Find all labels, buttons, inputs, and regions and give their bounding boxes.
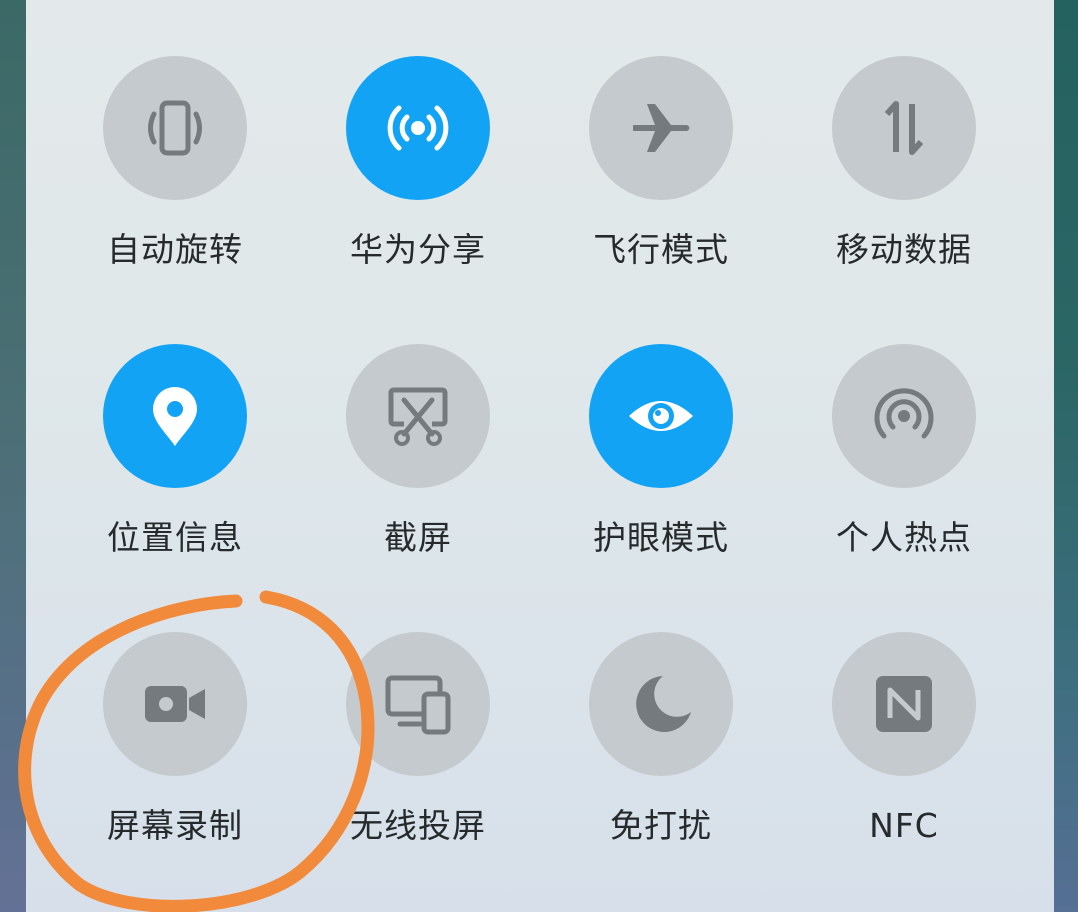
tile-label: 护眼模式 bbox=[593, 518, 729, 557]
moon-icon bbox=[636, 676, 691, 732]
tile-label: 飞行模式 bbox=[593, 230, 729, 269]
tile-wireless-projection[interactable]: 无线投屏 bbox=[318, 632, 518, 882]
eye-icon bbox=[629, 401, 693, 431]
location-toggle[interactable] bbox=[103, 344, 247, 488]
video-camera-icon bbox=[145, 686, 205, 722]
airplane-icon bbox=[633, 104, 690, 152]
screen-record-button[interactable] bbox=[103, 632, 247, 776]
auto-rotate-icon bbox=[148, 100, 202, 156]
nfc-icon bbox=[876, 676, 932, 732]
screenshot-button[interactable] bbox=[346, 344, 490, 488]
tile-label: NFC bbox=[869, 806, 939, 845]
tile-label: 自动旋转 bbox=[107, 230, 243, 269]
wallpaper-edge-left bbox=[0, 0, 26, 912]
tile-hotspot[interactable]: 个人热点 bbox=[804, 344, 1004, 594]
eye-comfort-toggle[interactable] bbox=[589, 344, 733, 488]
tile-do-not-disturb[interactable]: 免打扰 bbox=[561, 632, 761, 882]
tile-auto-rotate[interactable]: 自动旋转 bbox=[75, 56, 275, 306]
tile-nfc[interactable]: NFC bbox=[804, 632, 1004, 882]
mobile-data-icon bbox=[884, 101, 924, 155]
projection-icon bbox=[385, 675, 451, 735]
tile-label: 移动数据 bbox=[836, 230, 972, 269]
screenshot-icon bbox=[388, 387, 448, 446]
wireless-projection-button[interactable] bbox=[346, 632, 490, 776]
airplane-mode-toggle[interactable] bbox=[589, 56, 733, 200]
nfc-toggle[interactable] bbox=[832, 632, 976, 776]
tile-eye-comfort[interactable]: 护眼模式 bbox=[561, 344, 761, 594]
wallpaper-edge-right bbox=[1054, 0, 1078, 912]
tile-location[interactable]: 位置信息 bbox=[75, 344, 275, 594]
tile-label: 位置信息 bbox=[107, 518, 243, 557]
do-not-disturb-toggle[interactable] bbox=[589, 632, 733, 776]
tile-screenshot[interactable]: 截屏 bbox=[318, 344, 518, 594]
tile-label: 屏幕录制 bbox=[107, 806, 243, 845]
tile-screen-record[interactable]: 屏幕录制 bbox=[75, 632, 275, 882]
location-pin-icon bbox=[153, 387, 197, 446]
tile-airplane-mode[interactable]: 飞行模式 bbox=[561, 56, 761, 306]
hotspot-toggle[interactable] bbox=[832, 344, 976, 488]
tile-mobile-data[interactable]: 移动数据 bbox=[804, 56, 1004, 306]
mobile-data-toggle[interactable] bbox=[832, 56, 976, 200]
tile-label: 截屏 bbox=[384, 518, 452, 557]
tile-label: 个人热点 bbox=[836, 518, 972, 557]
tile-huawei-share[interactable]: 华为分享 bbox=[318, 56, 518, 306]
tile-label: 无线投屏 bbox=[350, 806, 486, 845]
huawei-share-toggle[interactable] bbox=[346, 56, 490, 200]
huawei-share-icon bbox=[387, 105, 449, 151]
quick-settings-panel: 自动旋转 华为分享 飞行模式 移动数据 位置信息 截屏 护眼模式 个人热点 屏幕… bbox=[26, 0, 1054, 912]
tile-label: 免打扰 bbox=[610, 806, 712, 845]
hotspot-icon bbox=[874, 388, 934, 439]
auto-rotate-toggle[interactable] bbox=[103, 56, 247, 200]
tile-label: 华为分享 bbox=[350, 230, 486, 269]
